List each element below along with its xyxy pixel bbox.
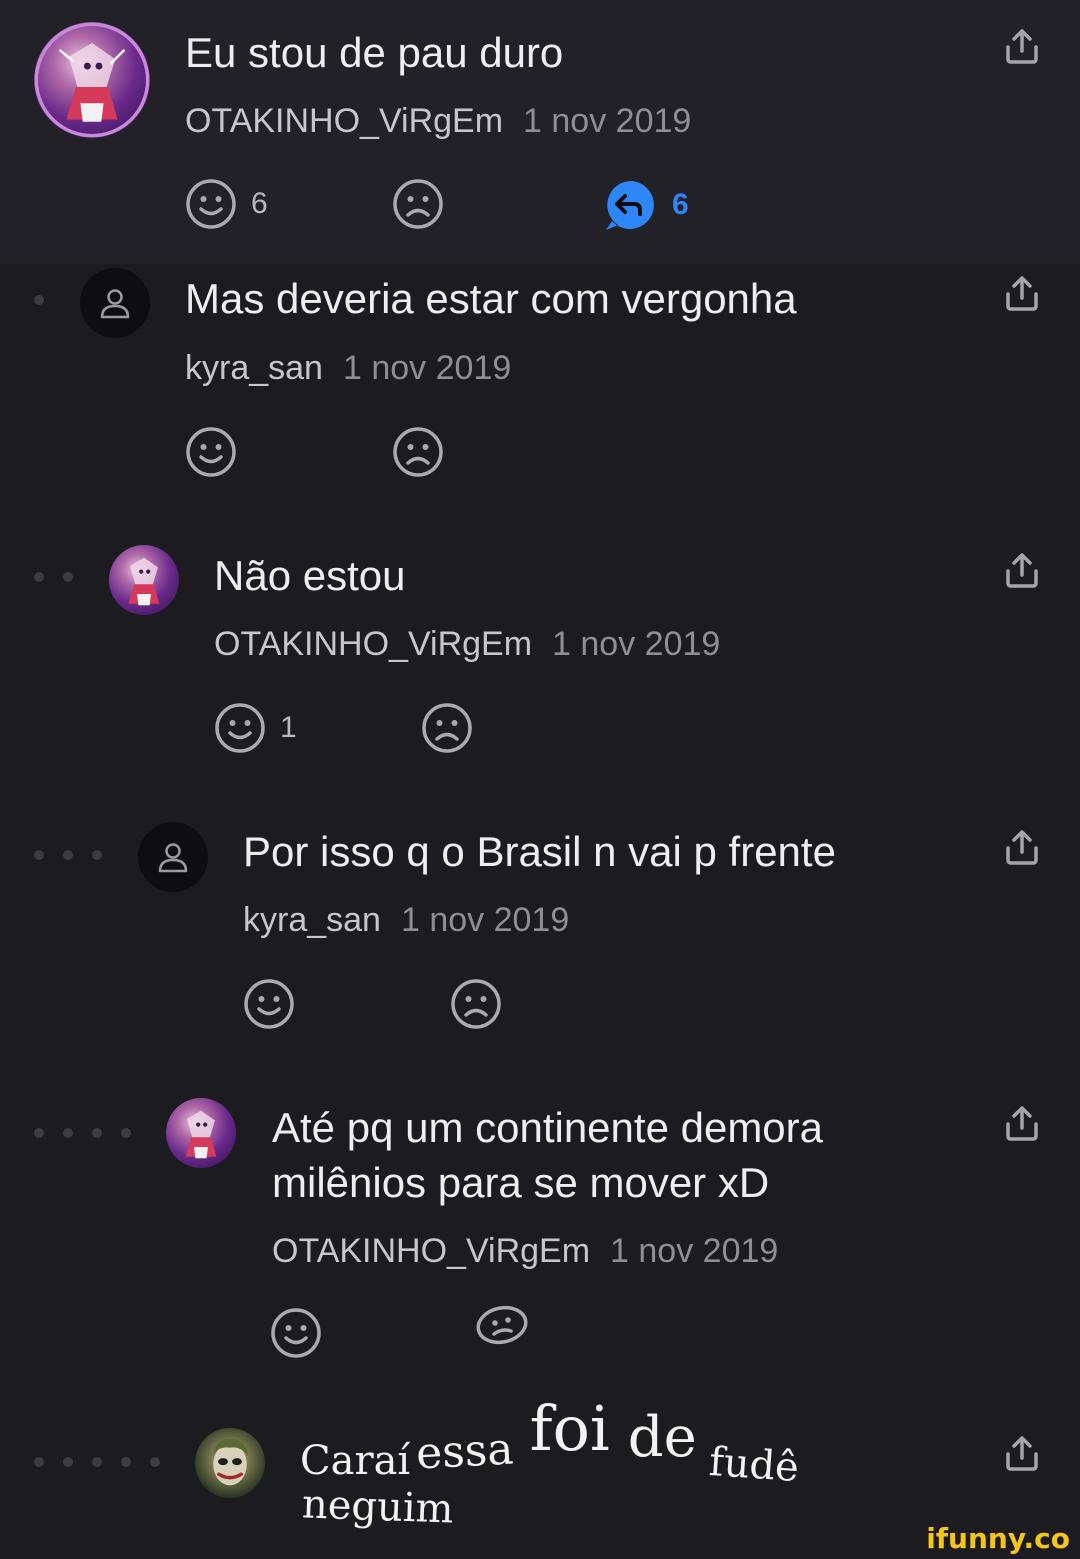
like-button[interactable] — [243, 978, 295, 1030]
user-avatar[interactable] — [109, 545, 179, 615]
comment-date: 1 nov 2019 — [523, 102, 692, 140]
user-avatar[interactable] — [195, 1428, 265, 1498]
comment-text: Não estou — [214, 552, 406, 599]
share-icon[interactable] — [1003, 27, 1041, 65]
comment-date: 1 nov 2019 — [400, 901, 570, 939]
like-count: 1 — [280, 711, 297, 744]
share-icon[interactable] — [1003, 828, 1041, 866]
comment-author[interactable]: OTAKINHO_ViRgEm — [272, 1232, 590, 1270]
smile-icon — [244, 979, 294, 1029]
comment-text: Eu stou de pau duro — [185, 29, 564, 76]
comment-date: 1 nov 2019 — [610, 1232, 779, 1270]
thread-depth-dot — [63, 850, 73, 860]
user-avatar[interactable] — [166, 1098, 236, 1168]
dislike-button[interactable] — [392, 426, 444, 478]
thread-depth-indicator — [34, 572, 73, 582]
smile-icon — [186, 427, 236, 477]
comment-text-line-2: milênios para se mover xD — [272, 1159, 770, 1206]
like-button[interactable] — [185, 426, 237, 478]
comment-word: fudê — [707, 1438, 801, 1492]
frown-icon — [476, 1305, 528, 1345]
comment-word: foi — [529, 1392, 610, 1465]
comment-author[interactable]: OTAKINHO_ViRgEm — [214, 625, 532, 663]
comment-text: Mas deveria estar com vergonha — [185, 275, 797, 322]
comment-meta: kyra_san 1 nov 2019 — [243, 900, 569, 940]
replies-button[interactable]: 6 — [604, 178, 689, 232]
anime-avatar-image — [185, 1110, 217, 1159]
share-icon[interactable] — [1003, 1104, 1041, 1142]
thread-depth-dot — [63, 572, 73, 582]
thread-depth-dot — [63, 1128, 73, 1138]
thread-depth-dot — [63, 1457, 73, 1467]
default-user-icon — [100, 289, 130, 319]
reply-count: 6 — [672, 188, 689, 221]
comment-meta: OTAKINHO_ViRgEm 1 nov 2019 — [272, 1231, 778, 1271]
thread-depth-dot — [92, 1457, 102, 1467]
comment-actions — [243, 978, 543, 1030]
thread-depth-dot — [92, 1128, 102, 1138]
share-icon[interactable] — [1003, 551, 1041, 589]
anime-avatar-image — [128, 557, 160, 606]
comment-date: 1 nov 2019 — [552, 625, 721, 663]
comment-thread: Eu stou de pau duro OTAKINHO_ViRgEm 1 nov… — [0, 0, 1080, 1559]
smile-icon — [215, 703, 265, 753]
thread-depth-dot — [34, 1457, 44, 1467]
comment-text: Por isso q o Brasil n vai p frente — [243, 828, 836, 875]
comment-text-line-2: neguim — [301, 1481, 455, 1533]
frown-icon — [422, 703, 472, 753]
comment-date: 1 nov 2019 — [342, 349, 512, 387]
thread-depth-dot — [121, 1128, 131, 1138]
ifunny-watermark: ifunny.co — [926, 1522, 1070, 1555]
dislike-button[interactable] — [450, 978, 502, 1030]
comment-author[interactable]: kyra_san — [185, 349, 323, 387]
thread-depth-dot — [34, 1128, 44, 1138]
comment-word: essa — [414, 1423, 515, 1480]
frown-icon — [393, 179, 443, 229]
comment-meta: kyra_san 1 nov 2019 — [185, 348, 511, 388]
thread-depth-dot — [150, 1457, 160, 1467]
comment-author[interactable]: OTAKINHO_ViRgEm — [185, 102, 503, 140]
frown-icon — [393, 427, 443, 477]
thread-depth-indicator — [34, 295, 44, 305]
comment-word: Caraí — [300, 1438, 411, 1484]
default-user-icon — [158, 843, 188, 873]
smile-icon — [186, 179, 236, 229]
thread-depth-dot — [121, 1457, 131, 1467]
user-avatar[interactable] — [34, 22, 150, 138]
comment-actions: 1 — [214, 702, 514, 754]
joker-avatar-image — [213, 1439, 249, 1486]
comment-actions — [270, 1305, 570, 1359]
dislike-button[interactable] — [392, 178, 444, 230]
like-button[interactable]: 1 — [214, 702, 297, 754]
comment-text-line-1: Até pq um continente demora — [272, 1104, 824, 1151]
comment-meta: OTAKINHO_ViRgEm 1 nov 2019 — [185, 101, 691, 141]
thread-depth-dot — [92, 850, 102, 860]
like-count: 6 — [251, 187, 268, 220]
reply-icon — [606, 181, 654, 230]
comment-word: de — [627, 1405, 697, 1470]
thread-depth-indicator — [34, 1457, 160, 1467]
frown-icon — [451, 979, 501, 1029]
thread-depth-dot — [34, 295, 44, 305]
thread-depth-indicator — [34, 850, 102, 860]
like-button[interactable]: 6 — [185, 178, 268, 230]
anime-avatar-image — [34, 22, 150, 138]
share-icon[interactable] — [1003, 274, 1041, 312]
like-button[interactable] — [270, 1307, 322, 1359]
dislike-button[interactable] — [421, 702, 473, 754]
smile-icon — [271, 1308, 321, 1358]
thread-depth-dot — [34, 572, 44, 582]
user-avatar[interactable] — [80, 268, 150, 338]
comment-actions: 6 6 — [185, 178, 745, 230]
thread-depth-indicator — [34, 1128, 131, 1138]
comment-author[interactable]: kyra_san — [243, 901, 381, 939]
thread-depth-dot — [34, 850, 44, 860]
comment-actions — [185, 426, 485, 478]
dislike-button[interactable] — [475, 1303, 529, 1347]
user-avatar[interactable] — [138, 822, 208, 892]
share-icon[interactable] — [1003, 1434, 1041, 1472]
comment-text-line-1: Caraí essa foi de fudê — [300, 1392, 800, 1491]
comment-meta: OTAKINHO_ViRgEm 1 nov 2019 — [214, 624, 720, 664]
